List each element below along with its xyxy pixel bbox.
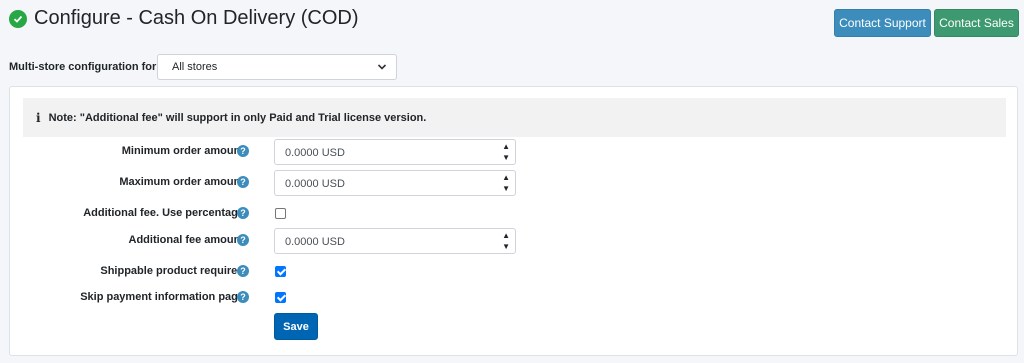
chevron-down-icon — [377, 62, 387, 75]
question-circle-icon[interactable]: ? — [237, 265, 249, 277]
store-select[interactable]: All stores — [157, 54, 397, 80]
page-header: Configure - Cash On Delivery (COD) Conta… — [0, 0, 1024, 42]
save-button[interactable]: Save — [274, 313, 318, 340]
skip-payment-label: Skip payment information page — [80, 291, 244, 303]
max-order-label: Maximum order amount — [119, 176, 244, 188]
shippable-row: Shippable product required ? — [10, 259, 1019, 285]
spinner-down-icon[interactable]: ▼ — [502, 154, 510, 162]
question-circle-icon[interactable]: ? — [237, 145, 249, 157]
max-order-spinner[interactable]: ▲ ▼ — [497, 171, 515, 195]
question-circle-icon[interactable]: ? — [237, 291, 249, 303]
skip-payment-checkbox[interactable] — [275, 292, 286, 303]
fee-amount-spinner[interactable]: ▲ ▼ — [497, 229, 515, 253]
question-circle-icon[interactable]: ? — [237, 207, 249, 219]
question-circle-icon[interactable]: ? — [237, 234, 249, 246]
fee-percentage-row: Additional fee. Use percentage ? — [10, 201, 1019, 227]
check-circle-icon — [9, 9, 27, 28]
license-note: i Note: "Additional fee" will support in… — [23, 98, 1006, 137]
spinner-down-icon[interactable]: ▼ — [502, 243, 510, 251]
spinner-down-icon[interactable]: ▼ — [502, 185, 510, 193]
multistore-label: Multi-store configuration for — [9, 61, 157, 73]
min-order-value: 0.0000 USD — [285, 147, 345, 159]
fee-amount-value: 0.0000 USD — [285, 236, 345, 248]
info-icon: i — [36, 110, 41, 125]
min-order-label: Minimum order amount — [121, 145, 244, 157]
spinner-up-icon[interactable]: ▲ — [502, 174, 510, 182]
spinner-up-icon[interactable]: ▲ — [502, 143, 510, 151]
min-order-input[interactable]: 0.0000 USD ▲ ▼ — [274, 139, 516, 165]
min-order-spinner[interactable]: ▲ ▼ — [497, 140, 515, 164]
shippable-label: Shippable product required — [100, 265, 244, 277]
note-text: Note: "Additional fee" will support in o… — [48, 111, 427, 124]
fee-amount-label: Additional fee amount — [128, 234, 245, 246]
question-circle-icon[interactable]: ? — [237, 176, 249, 188]
max-order-row: Maximum order amount ? 0.0000 USD ▲ ▼ — [10, 170, 1019, 196]
fee-percentage-label: Additional fee. Use percentage — [83, 207, 244, 219]
contact-support-button[interactable]: Contact Support — [834, 9, 931, 37]
contact-sales-button[interactable]: Contact Sales — [934, 9, 1019, 37]
page-title: Configure - Cash On Delivery (COD) — [34, 7, 359, 29]
max-order-value: 0.0000 USD — [285, 178, 345, 190]
min-order-row: Minimum order amount ? 0.0000 USD ▲ ▼ — [10, 139, 1019, 165]
fee-amount-input[interactable]: 0.0000 USD ▲ ▼ — [274, 228, 516, 254]
fee-percentage-checkbox[interactable] — [275, 208, 286, 219]
settings-card: i Note: "Additional fee" will support in… — [9, 86, 1018, 356]
skip-payment-row: Skip payment information page ? — [10, 285, 1019, 311]
store-select-value: All stores — [172, 61, 218, 73]
fee-amount-row: Additional fee amount ? 0.0000 USD ▲ ▼ — [10, 228, 1019, 254]
max-order-input[interactable]: 0.0000 USD ▲ ▼ — [274, 170, 516, 196]
shippable-checkbox[interactable] — [275, 266, 286, 277]
title-wrap: Configure - Cash On Delivery (COD) — [9, 7, 359, 30]
spinner-up-icon[interactable]: ▲ — [502, 232, 510, 240]
